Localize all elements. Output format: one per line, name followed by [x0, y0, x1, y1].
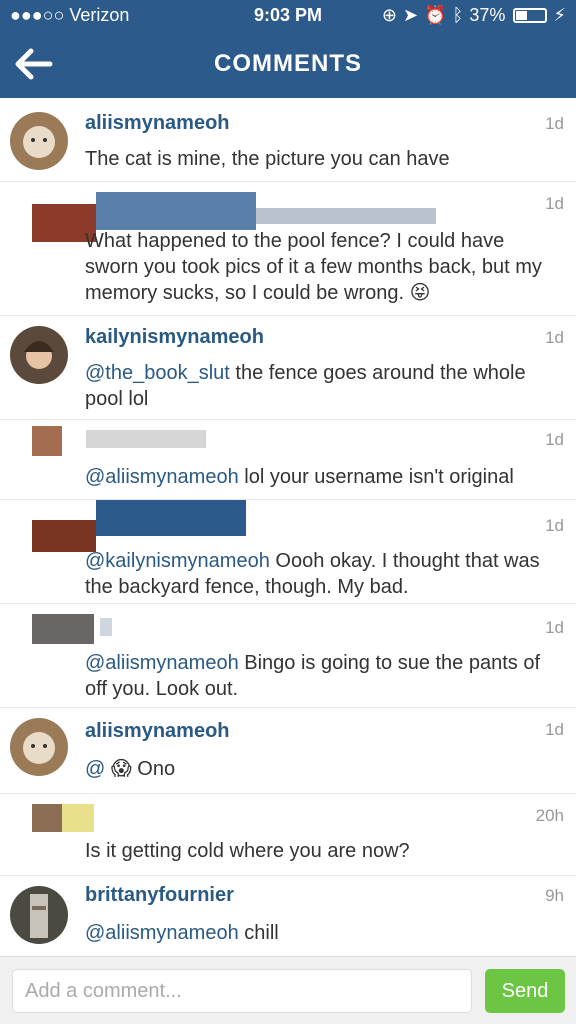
comment-text: The cat is mine, the picture you can hav…: [85, 148, 450, 170]
comment-time: 1d: [545, 114, 564, 133]
alarm-icon: ⏰: [424, 5, 447, 25]
obscured-avatar: [62, 804, 94, 832]
comment-body: 😱 Ono: [110, 758, 176, 780]
comment-text: @the_book_slut the fence goes around the…: [85, 360, 556, 412]
bluetooth-icon: ᛒ: [452, 5, 464, 25]
battery-icon: [513, 8, 548, 23]
obscured-avatar: [32, 804, 62, 832]
comment-time: 20h: [535, 806, 564, 825]
comment-username[interactable]: aliismynameoh: [85, 112, 230, 135]
status-right: ⊕ ➤ ⏰ ᛒ 37% ⚡: [382, 5, 566, 26]
comment-text: @ 😱 Ono: [85, 756, 556, 782]
comment-time: 1d: [545, 194, 564, 213]
comments-list[interactable]: aliismynameoh 1d The cat is mine, the pi…: [0, 98, 576, 956]
mention-link[interactable]: @aliismynameoh: [85, 466, 239, 488]
comment-item: 1d @aliismynameoh Bingo is going to sue …: [0, 604, 576, 708]
page-title: COMMENTS: [214, 50, 362, 77]
obscured-username: [96, 192, 256, 230]
comment-text: What happened to the pool fence? I could…: [85, 230, 542, 304]
comment-text: @kailynismynameoh Oooh okay. I thought t…: [85, 548, 556, 600]
comment-username[interactable]: kailynismynameoh: [85, 326, 264, 349]
comment-item: aliismynameoh 1d The cat is mine, the pi…: [0, 98, 576, 182]
comment-item: kailynismynameoh 1d @the_book_slut the f…: [0, 316, 576, 420]
comment-text: @aliismynameoh Bingo is going to sue the…: [85, 650, 556, 702]
obscured-avatar: [32, 614, 94, 644]
comment-time: 1d: [545, 328, 564, 347]
mention-link[interactable]: @the_book_slut: [85, 362, 230, 384]
battery-percent: 37%: [469, 5, 506, 25]
avatar[interactable]: [10, 718, 68, 776]
obscured-username: [96, 500, 246, 536]
lock-rotation-icon: ⊕: [381, 5, 397, 25]
avatar[interactable]: [10, 886, 68, 944]
comment-item: brittanyfournier 9h @aliismynameoh chill: [0, 876, 576, 956]
comment-body: lol your username isn't original: [238, 466, 514, 488]
comment-time: 9h: [545, 886, 564, 905]
comment-input[interactable]: [12, 969, 472, 1013]
comment-item: 1d @kailynismynameoh Oooh okay. I though…: [0, 500, 576, 604]
comment-time: 1d: [545, 430, 564, 449]
obscured-username: [100, 618, 112, 636]
comment-time: 1d: [545, 618, 564, 637]
comment-time: 1d: [545, 516, 564, 535]
comment-composer: Send: [0, 956, 576, 1024]
mention-link[interactable]: @aliismynameoh: [85, 922, 239, 944]
comment-item: aliismynameoh 1d @ 😱 Ono: [0, 708, 576, 794]
obscured-avatar: [32, 426, 62, 456]
comment-time: 1d: [545, 720, 564, 739]
comment-item: 20h Is it getting cold where you are now…: [0, 794, 576, 876]
comment-body: chill: [238, 922, 279, 944]
comment-username[interactable]: brittanyfournier: [85, 884, 234, 907]
avatar[interactable]: [10, 112, 68, 170]
avatar[interactable]: [10, 326, 68, 384]
mention-link[interactable]: @aliismynameoh: [85, 652, 239, 674]
comment-item: 1d @aliismynameoh lol your username isn'…: [0, 420, 576, 500]
comment-text: @aliismynameoh chill: [85, 920, 556, 946]
mention-link[interactable]: @kailynismynameoh: [85, 550, 270, 572]
comment-item: 1d What happened to the pool fence? I co…: [0, 182, 576, 316]
obscured-username: [86, 430, 206, 448]
comment-text: Is it getting cold where you are now?: [85, 840, 410, 862]
comment-text: @aliismynameoh lol your username isn't o…: [85, 464, 556, 490]
send-button[interactable]: Send: [485, 969, 565, 1013]
comment-username[interactable]: aliismynameoh: [85, 720, 230, 743]
obscured-username: [256, 208, 436, 224]
nav-bar: COMMENTS: [0, 32, 576, 98]
mention-link[interactable]: @: [85, 758, 105, 780]
status-bar: ●●●○○ Verizon 9:03 PM ⊕ ➤ ⏰ ᛒ 37% ⚡: [0, 0, 576, 32]
app-header: ●●●○○ Verizon 9:03 PM ⊕ ➤ ⏰ ᛒ 37% ⚡ COMM…: [0, 0, 576, 98]
charging-icon: ⚡: [553, 5, 566, 25]
location-icon: ➤: [403, 5, 419, 25]
